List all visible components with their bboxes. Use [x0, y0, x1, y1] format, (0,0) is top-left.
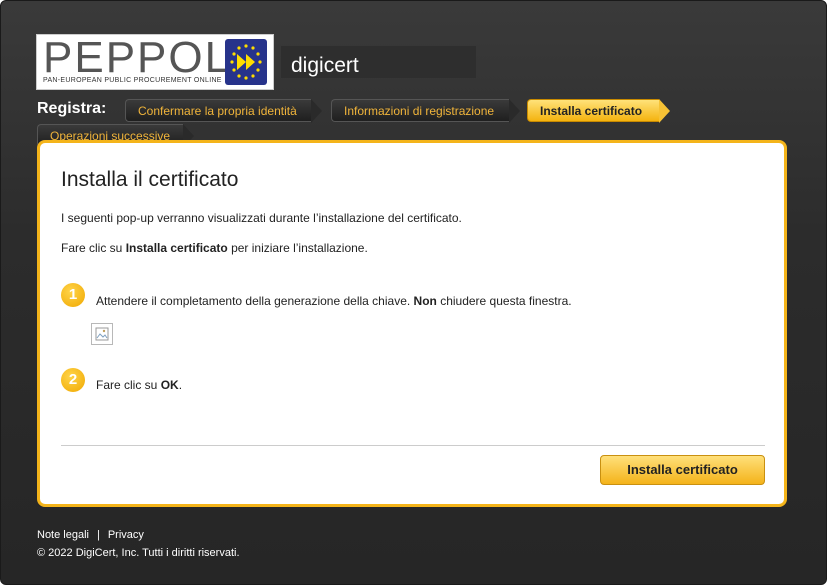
instruction-prefix: Fare clic su — [61, 241, 126, 255]
step-arrow — [509, 99, 520, 123]
logo-text: PEPPOL — [43, 33, 232, 82]
step-arrow — [659, 99, 670, 123]
divider — [61, 445, 765, 446]
intro-text: I seguenti pop-up verranno visualizzati … — [61, 211, 462, 225]
step-arrow — [311, 99, 322, 123]
app-window: PEPPOL PAN-EUROPEAN PUBLIC PROCUREMENT O… — [0, 0, 827, 585]
legal-notes-link[interactable]: Note legali — [37, 529, 89, 541]
steps-label: Registra: — [37, 100, 107, 117]
instruction-bold: Installa certificato — [125, 241, 228, 255]
footer-links: Note legali | Privacy — [37, 529, 144, 541]
digicert-logo: digicert — [291, 54, 359, 77]
step-1-bold: Non — [413, 294, 437, 308]
page-title: Installa il certificato — [61, 168, 239, 191]
step-1-prefix: Attendere il completamento della generaz… — [96, 294, 414, 308]
peppol-logo: PEPPOL PAN-EUROPEAN PUBLIC PROCUREMENT O… — [36, 34, 274, 90]
step-2-prefix: Fare clic su — [96, 378, 161, 392]
step-1-text: Attendere il completamento della generaz… — [96, 294, 572, 308]
step-label: Informazioni di registrazione — [344, 104, 495, 118]
copyright: © 2022 DigiCert, Inc. Tutti i diritti ri… — [37, 547, 240, 559]
step-label: Installa certificato — [540, 104, 643, 118]
step-1-suffix: chiudere questa finestra. — [436, 294, 572, 308]
footer-separator: | — [96, 529, 100, 541]
step-registration-info: Informazioni di registrazione — [331, 99, 520, 123]
step-1-badge: 1 — [61, 283, 85, 307]
step-2-badge: 2 — [61, 368, 85, 392]
step-confirm-identity: Confermare la propria identità — [125, 99, 322, 123]
instruction-text: Fare clic su Installa certificato per in… — [61, 241, 368, 255]
instruction-suffix: per iniziare l’installazione. — [227, 241, 368, 255]
step-2-text: Fare clic su OK. — [96, 378, 182, 392]
step-2-bold: OK — [160, 378, 179, 392]
install-certificate-button[interactable]: Installa certificato — [600, 455, 765, 485]
step-label: Confermare la propria identità — [138, 104, 297, 118]
step-install-certificate: Installa certificato — [527, 99, 670, 123]
logo-subtitle: PAN-EUROPEAN PUBLIC PROCUREMENT ONLINE — [43, 77, 222, 84]
step-2-suffix: . — [178, 378, 183, 392]
install-panel: Installa il certificato I seguenti pop-u… — [37, 140, 787, 507]
privacy-link[interactable]: Privacy — [108, 529, 144, 541]
eu-flag-icon — [225, 39, 267, 85]
broken-image-icon — [91, 323, 113, 345]
